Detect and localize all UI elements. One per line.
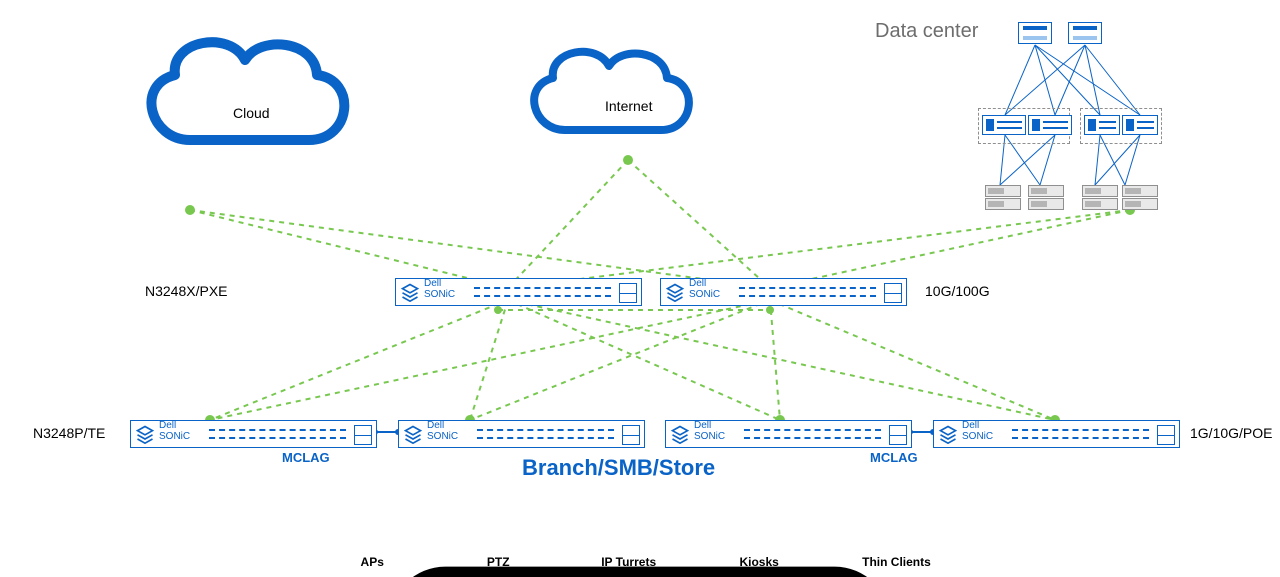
dc-server-2a xyxy=(1082,185,1118,197)
tier2-right-label: 1G/10G/POE xyxy=(1190,425,1272,441)
endpoint-thin-clients: VDI Thin Clients xyxy=(862,511,931,569)
thin-client-icon: VDI xyxy=(873,511,919,551)
switch-os: SONiC xyxy=(689,289,720,300)
dc-server-1c xyxy=(1028,185,1064,197)
tier2-switch-2: DellSONiC xyxy=(398,420,645,448)
uplink-icon xyxy=(619,283,637,303)
tier2-switch-3: DellSONiC xyxy=(665,420,912,448)
endpoint-row: APs PTZ IP Turrets Kiosks VDI Thin Clien… xyxy=(0,511,1280,569)
layers-icon xyxy=(400,282,420,302)
switch-brand: Dell xyxy=(694,420,711,431)
switch-os: SONiC xyxy=(694,431,725,442)
switch-os: SONiC xyxy=(962,431,993,442)
dc-leaf-1a xyxy=(982,115,1026,135)
uplink-icon xyxy=(884,283,902,303)
dc-leaf-2b xyxy=(1122,115,1158,135)
branch-title: Branch/SMB/Store xyxy=(522,455,715,481)
dc-server-2b xyxy=(1082,198,1118,210)
mclag-left: MCLAG xyxy=(282,450,330,465)
tier1-left-label: N3248X/PXE xyxy=(145,283,228,299)
switch-brand: Dell xyxy=(424,278,441,289)
datacenter-title: Data center xyxy=(875,20,978,43)
dc-server-2c xyxy=(1122,185,1158,197)
tier1-switch-b: DellSONiC xyxy=(660,278,907,306)
switch-os: SONiC xyxy=(427,431,458,442)
dc-server-1d xyxy=(1028,198,1064,210)
mclag-right: MCLAG xyxy=(870,450,918,465)
switch-brand: Dell xyxy=(427,420,444,431)
switch-brand: Dell xyxy=(689,278,706,289)
layers-icon xyxy=(665,282,685,302)
tier2-switch-4: DellSONiC xyxy=(933,420,1180,448)
internet-label: Internet xyxy=(605,98,652,114)
layers-icon xyxy=(938,424,958,444)
dc-spine-1 xyxy=(1018,22,1052,44)
dc-leaf-2a xyxy=(1084,115,1120,135)
uplink-icon xyxy=(889,425,907,445)
tier1-right-label: 10G/100G xyxy=(925,283,990,299)
layers-icon xyxy=(403,424,423,444)
uplink-icon xyxy=(1157,425,1175,445)
switch-os: SONiC xyxy=(424,289,455,300)
uplink-icon xyxy=(354,425,372,445)
tier1-switch-a: DellSONiC xyxy=(395,278,642,306)
layers-icon xyxy=(670,424,690,444)
switch-brand: Dell xyxy=(962,420,979,431)
layers-icon xyxy=(135,424,155,444)
tier2-switch-1: DellSONiC xyxy=(130,420,377,448)
dc-server-2d xyxy=(1122,198,1158,210)
dc-spine-2 xyxy=(1068,22,1102,44)
dc-server-1b xyxy=(985,198,1021,210)
dc-leaf-1b xyxy=(1028,115,1072,135)
dc-server-1a xyxy=(985,185,1021,197)
uplink-icon xyxy=(622,425,640,445)
cloud-label: Cloud xyxy=(233,105,270,121)
switch-os: SONiC xyxy=(159,431,190,442)
tier2-left-label: N3248P/TE xyxy=(33,425,105,441)
switch-brand: Dell xyxy=(159,420,176,431)
